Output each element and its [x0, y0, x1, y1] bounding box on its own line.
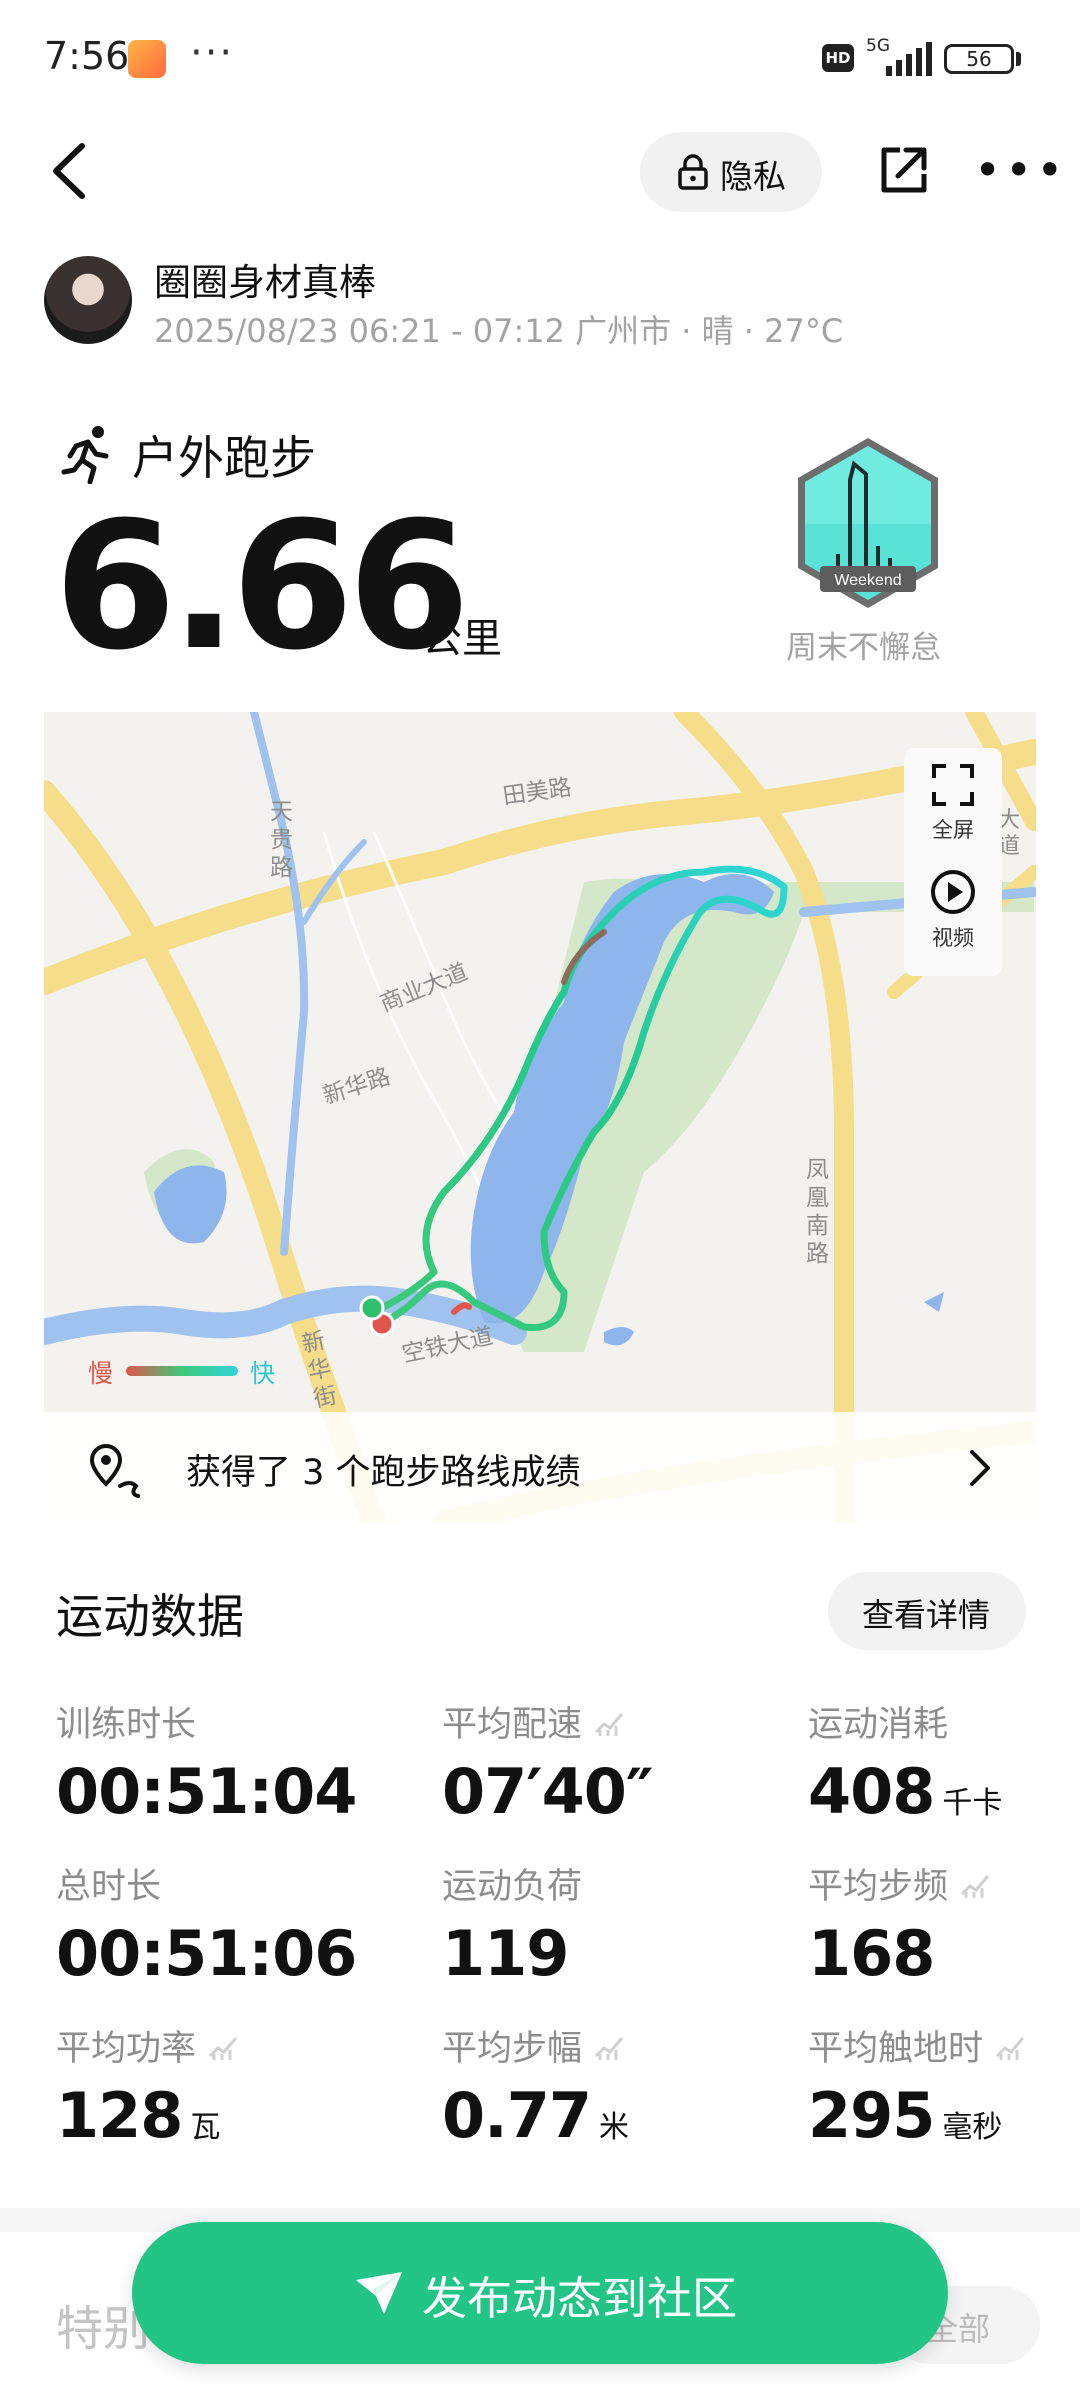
stat-label: 运动负荷 — [442, 1867, 583, 1907]
signal-icon — [886, 42, 932, 76]
badge-text: Weekend — [834, 572, 901, 589]
map-canvas: 田美路 商业大道 新华路 大道 空铁大道 — [44, 712, 1036, 1522]
stats-title: 运动数据 — [56, 1590, 244, 1645]
video-label: 视频 — [932, 926, 974, 950]
stat-value: 128 — [56, 2079, 183, 2152]
map-tools: 全屏 视频 — [904, 748, 1002, 976]
stat-training-load: 运动负荷 119 — [442, 1858, 582, 1990]
map-label-fenghuang: 凤凰南路 — [806, 1157, 829, 1267]
share-icon[interactable] — [876, 142, 932, 198]
privacy-label: 隐私 — [720, 157, 786, 196]
stat-calories: 运动消耗 408 千卡 — [808, 1696, 1002, 1828]
stat-value: 00:51:04 — [56, 1755, 357, 1828]
trend-chart-icon — [208, 2037, 238, 2060]
stat-label: 平均配速 — [442, 1705, 583, 1745]
stat-avg-pace[interactable]: 平均配速 07′40″ — [442, 1696, 654, 1828]
stat-stride[interactable]: 平均步幅 0.77 米 — [442, 2020, 629, 2152]
stat-value: 07′40″ — [442, 1755, 654, 1828]
battery-tip — [1016, 52, 1021, 66]
running-icon — [61, 426, 109, 484]
lock-icon — [678, 154, 708, 190]
distance-unit: 公里 — [422, 616, 502, 662]
stat-label: 训练时长 — [56, 1705, 197, 1745]
avatar[interactable] — [44, 256, 132, 344]
stat-value: 0.77 — [442, 2079, 592, 2152]
app-notification-icon — [128, 40, 166, 78]
view-details-label: 查看详情 — [862, 1596, 991, 1634]
stat-power[interactable]: 平均功率 128 瓦 — [56, 2020, 240, 2152]
activity-type: 户外跑步 — [132, 431, 316, 485]
fullscreen-label: 全屏 — [932, 818, 974, 842]
stat-unit: 千卡 — [942, 1786, 1003, 1821]
stat-value: 168 — [808, 1917, 935, 1990]
stat-cadence[interactable]: 平均步频 168 — [808, 1858, 992, 1990]
trend-chart-icon — [594, 1713, 624, 1736]
map-label-shangye: 商业大道 — [377, 959, 472, 1018]
stat-label: 平均触地时 — [808, 2029, 984, 2069]
route-banner-text: 获得了 3 个跑步路线成绩 — [186, 1453, 581, 1493]
more-icon[interactable]: ••• — [974, 147, 1067, 193]
stat-value: 00:51:06 — [56, 1917, 357, 1990]
stat-value: 119 — [442, 1917, 569, 1990]
status-bar: 7:56 ··· HD 5G 56 — [0, 0, 1080, 120]
stat-value: 408 — [808, 1755, 935, 1828]
stat-label: 总时长 — [56, 1867, 162, 1907]
legend-fast: 快 — [250, 1359, 276, 1388]
play-icon — [931, 870, 975, 914]
stat-ground-contact[interactable]: 平均触地时 295 毫秒 — [808, 2020, 1027, 2152]
stat-label: 平均步幅 — [442, 2029, 583, 2069]
view-details-button[interactable]: 查看详情 — [828, 1572, 1026, 1650]
privacy-button[interactable]: 隐私 — [640, 132, 822, 212]
stat-training-time: 训练时长 00:51:04 — [56, 1696, 357, 1828]
hd-icon: HD — [822, 44, 854, 72]
trend-chart-icon — [995, 2037, 1025, 2060]
map-label-xinhua-road: 新华路 — [320, 1064, 394, 1110]
status-more-icon: ··· — [190, 30, 235, 76]
chevron-right-icon — [970, 1450, 990, 1486]
fullscreen-button[interactable]: 全屏 — [904, 762, 1002, 844]
battery-icon: 56 — [944, 44, 1014, 74]
legend-slow: 慢 — [88, 1359, 114, 1388]
trend-chart-icon — [594, 2037, 624, 2060]
stat-label: 平均功率 — [56, 2029, 197, 2069]
map-label-kongtie: 空铁大道 — [400, 1323, 495, 1368]
stat-unit: 瓦 — [190, 2110, 221, 2145]
video-button[interactable]: 视频 — [904, 868, 1002, 952]
weekend-badge-icon[interactable]: Weekend — [788, 434, 948, 612]
stat-unit: 毫秒 — [942, 2110, 1003, 2145]
fullscreen-icon — [932, 764, 974, 806]
route-pin-icon — [89, 1443, 140, 1498]
stat-label: 运动消耗 — [808, 1705, 949, 1745]
stat-value: 295 — [808, 2079, 935, 2152]
pace-legend-bar — [126, 1366, 238, 1376]
route-map[interactable]: 田美路 商业大道 新华路 大道 空铁大道 天贵路 凤凰南路 新华街 大道 全屏 … — [44, 712, 1036, 1522]
activity-meta: 2025/08/23 06:21 - 07:12 广州市 · 晴 · 27°C — [154, 312, 844, 350]
stat-unit: 米 — [598, 2110, 629, 2145]
map-label-tiangui: 天贵路 — [270, 799, 293, 881]
publish-to-community-button[interactable]: 发布动态到社区 — [132, 2222, 948, 2364]
stat-total-time: 总时长 00:51:06 — [56, 1858, 357, 1990]
route-achievement-banner[interactable]: 获得了 3 个跑步路线成绩 — [44, 1412, 1036, 1522]
distance-value: 6.66 — [54, 484, 470, 689]
back-arrow-icon[interactable] — [46, 140, 96, 202]
status-time: 7:56 — [44, 34, 130, 78]
send-icon — [356, 2272, 402, 2314]
trend-chart-icon — [960, 1875, 990, 1898]
publish-label: 发布动态到社区 — [422, 2272, 738, 2325]
username[interactable]: 圈圈身材真棒 — [154, 252, 376, 306]
stat-label: 平均步频 — [808, 1867, 949, 1907]
map-label-tianmei: 田美路 — [501, 775, 573, 810]
badge-label: 周末不懈怠 — [786, 630, 941, 666]
